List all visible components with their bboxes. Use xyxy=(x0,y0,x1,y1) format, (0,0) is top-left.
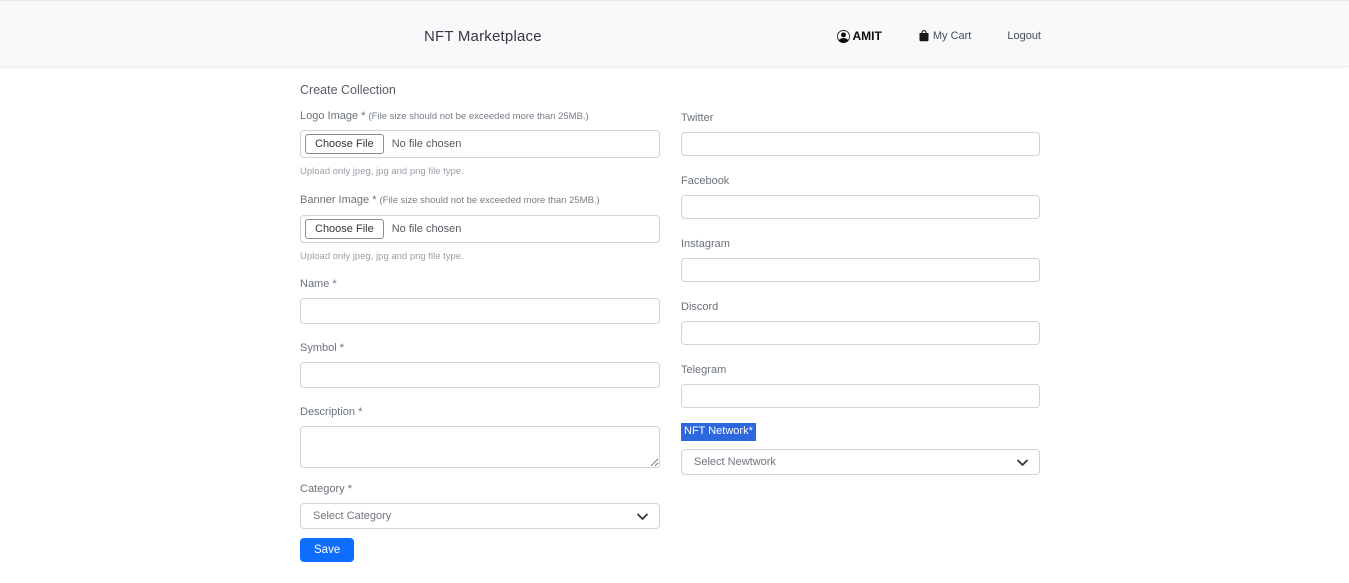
category-label: Category * xyxy=(300,483,660,495)
chevron-down-icon xyxy=(1016,456,1029,474)
brand-title: NFT Marketplace xyxy=(424,28,542,45)
banner-image-group: Banner Image * (File size should not be … xyxy=(300,194,660,261)
description-field[interactable] xyxy=(300,426,660,468)
logo-image-size-hint: (File size should not be exceeded more t… xyxy=(369,111,589,122)
cart-bag-icon xyxy=(918,30,930,42)
banner-choose-file-button[interactable]: Choose File xyxy=(305,219,384,239)
logout-link[interactable]: Logout xyxy=(1007,30,1041,42)
discord-label: Discord xyxy=(681,301,1040,313)
twitter-field[interactable] xyxy=(681,132,1040,156)
banner-image-label: Banner Image * (File size should not be … xyxy=(300,194,660,206)
twitter-group: Twitter xyxy=(681,112,1040,156)
facebook-group: Facebook xyxy=(681,175,1040,219)
symbol-label: Symbol * xyxy=(300,342,660,354)
nft-network-group: NFT Network* Select Newtwork xyxy=(681,421,1040,474)
form-columns: Logo Image * (File size should not be ex… xyxy=(300,110,1349,562)
discord-group: Discord xyxy=(681,301,1040,345)
symbol-group: Symbol * xyxy=(300,342,660,388)
name-group: Name * xyxy=(300,278,660,324)
banner-image-label-text: Banner Image * xyxy=(300,194,376,206)
nft-network-selected-value: Select Newtwork xyxy=(694,456,776,468)
create-collection-page: Create Collection Logo Image * (File siz… xyxy=(0,67,1349,562)
discord-field[interactable] xyxy=(681,321,1040,345)
form-right-column: Twitter Facebook Instagram Discord Teleg… xyxy=(681,110,1040,493)
chevron-down-icon xyxy=(636,510,649,528)
logo-filetype-helper: Upload only jpeg, jpg and png file type. xyxy=(300,166,660,177)
telegram-label: Telegram xyxy=(681,364,1040,376)
logo-image-label-text: Logo Image * xyxy=(300,110,365,122)
facebook-label: Facebook xyxy=(681,175,1040,187)
my-cart-label: My Cart xyxy=(933,30,972,42)
twitter-label: Twitter xyxy=(681,112,1040,124)
description-group: Description * xyxy=(300,406,660,468)
header-nav: AMIT My Cart Logout xyxy=(837,29,1041,43)
my-cart-link[interactable]: My Cart xyxy=(918,30,972,42)
description-label: Description * xyxy=(300,406,660,418)
banner-file-input[interactable]: Choose File No file chosen xyxy=(300,215,660,243)
logo-file-input[interactable]: Choose File No file chosen xyxy=(300,130,660,158)
instagram-group: Instagram xyxy=(681,238,1040,282)
telegram-field[interactable] xyxy=(681,384,1040,408)
logo-file-status: No file chosen xyxy=(392,138,462,150)
nft-network-label: NFT Network* xyxy=(681,423,756,440)
form-left-column: Logo Image * (File size should not be ex… xyxy=(300,110,660,562)
symbol-field[interactable] xyxy=(300,362,660,388)
banner-image-size-hint: (File size should not be exceeded more t… xyxy=(380,195,600,206)
logo-image-group: Logo Image * (File size should not be ex… xyxy=(300,110,660,177)
logo-choose-file-button[interactable]: Choose File xyxy=(305,134,384,154)
logo-image-label: Logo Image * (File size should not be ex… xyxy=(300,110,660,122)
name-label: Name * xyxy=(300,278,660,290)
instagram-label: Instagram xyxy=(681,238,1040,250)
save-group: Save xyxy=(300,540,660,562)
telegram-group: Telegram xyxy=(681,364,1040,408)
banner-file-status: No file chosen xyxy=(392,223,462,235)
user-menu[interactable]: AMIT xyxy=(837,29,882,43)
facebook-field[interactable] xyxy=(681,195,1040,219)
banner-filetype-helper: Upload only jpeg, jpg and png file type. xyxy=(300,251,660,262)
save-button[interactable]: Save xyxy=(300,538,354,562)
top-navbar: NFT Marketplace AMIT My Cart Logout xyxy=(0,0,1349,67)
page-title: Create Collection xyxy=(300,83,1349,97)
user-circle-icon xyxy=(837,30,850,43)
category-select[interactable]: Select Category xyxy=(300,503,660,529)
name-field[interactable] xyxy=(300,298,660,324)
nft-network-select[interactable]: Select Newtwork xyxy=(681,449,1040,475)
instagram-field[interactable] xyxy=(681,258,1040,282)
category-group: Category * Select Category xyxy=(300,483,660,529)
user-name: AMIT xyxy=(853,29,882,43)
category-selected-value: Select Category xyxy=(313,510,391,522)
